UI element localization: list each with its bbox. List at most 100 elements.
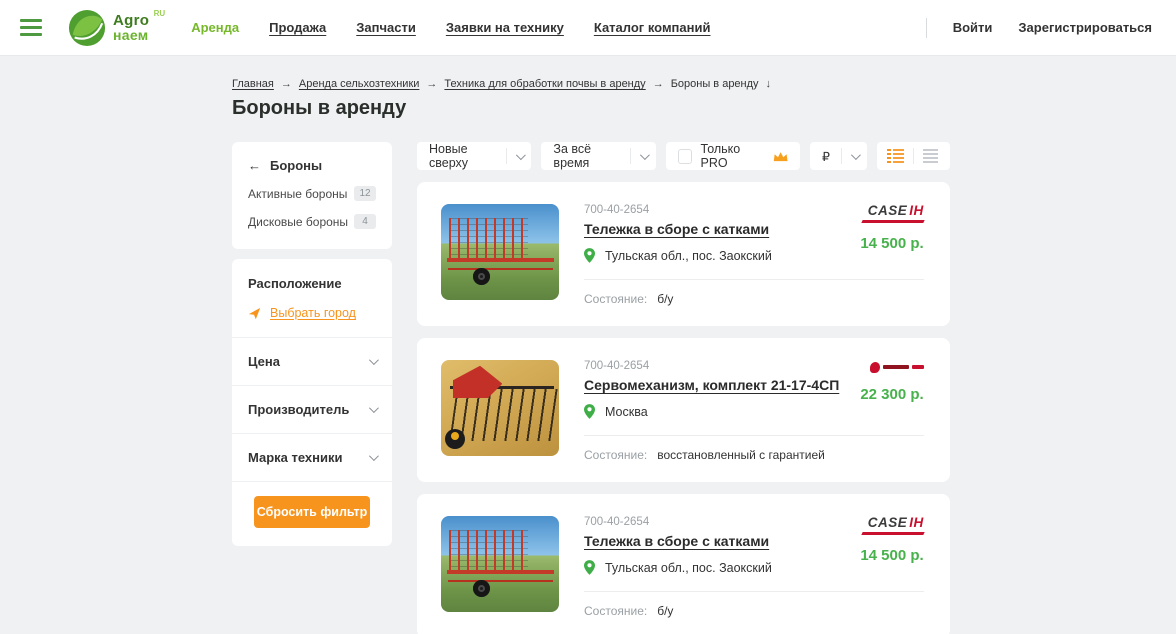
location-pin-icon xyxy=(584,248,595,263)
currency-value: ₽ xyxy=(822,149,830,164)
chevron-down-icon xyxy=(516,150,526,160)
divider xyxy=(630,148,631,164)
brand-case-text: CASE xyxy=(868,203,908,218)
chevron-down-icon xyxy=(369,451,379,461)
filter-manufacturer[interactable]: Производитель xyxy=(232,386,392,433)
listing-title-link[interactable]: Сервомеханизм, комплект 21-17-4СП xyxy=(584,377,839,393)
divider xyxy=(913,148,914,164)
navigation-arrow-icon xyxy=(248,307,261,320)
nav-item-zapchasti[interactable]: Запчасти xyxy=(356,20,416,35)
location-pin-icon xyxy=(584,560,595,575)
filter-price[interactable]: Цена xyxy=(232,338,392,385)
filter-label: Производитель xyxy=(248,402,349,417)
divider xyxy=(841,148,842,164)
chevron-down-icon xyxy=(640,150,650,160)
listing-card[interactable]: 700-40-2654 Тележка в сборе с катками Ту… xyxy=(417,494,950,634)
header-divider xyxy=(926,18,927,38)
count-badge: 12 xyxy=(354,186,376,201)
listing-title-link[interactable]: Тележка в сборе с катками xyxy=(584,221,769,237)
brand-logo-caseih: CASEIH xyxy=(862,204,924,223)
photo-wheel xyxy=(473,580,490,597)
category-item-diskovye-borony[interactable]: Дисковые бороны 4 xyxy=(248,214,376,229)
filter-label: Цена xyxy=(248,354,280,369)
breadcrumb-tehnika-pochvy[interactable]: Техника для обработки почвы в аренду xyxy=(444,78,645,90)
breadcrumb-current[interactable]: Бороны в аренду xyxy=(671,78,759,90)
photo-harrow-beam xyxy=(447,570,554,574)
chevron-down-icon xyxy=(369,355,379,365)
list-lines-icon[interactable] xyxy=(923,149,940,163)
filters-card: Расположение Выбрать город Цена Производ xyxy=(232,259,392,546)
list-bullets-icon[interactable] xyxy=(887,149,904,163)
pro-only-checkbox[interactable]: Только PRO xyxy=(666,142,800,170)
category-title: Бороны xyxy=(270,158,322,173)
choose-city-link[interactable]: Выбрать город xyxy=(248,306,376,320)
listing-code: 700-40-2654 xyxy=(584,204,772,216)
listing-title-link[interactable]: Тележка в сборе с катками xyxy=(584,533,769,549)
listing-photo-red-harrow-grass[interactable] xyxy=(441,516,559,612)
divider xyxy=(584,435,924,436)
brand-text-mark xyxy=(912,365,924,369)
register-link[interactable]: Зарегистрироваться xyxy=(1018,20,1152,35)
nav-item-prodazha[interactable]: Продажа xyxy=(269,20,326,35)
breadcrumb-arenda-selhoztehniki[interactable]: Аренда сельхозтехники xyxy=(299,78,420,90)
nav-item-arenda[interactable]: Аренда xyxy=(191,20,239,35)
sort-value: Новые сверху xyxy=(429,142,506,170)
listing-photo-harrow-straw[interactable] xyxy=(441,360,559,456)
listing-price: 22 300 р. xyxy=(860,386,923,403)
listing-price: 14 500 р. xyxy=(860,235,923,252)
category-card: ← Бороны Активные бороны 12 Дисковые бор… xyxy=(232,142,392,249)
category-item-label: Дисковые бороны xyxy=(248,215,348,229)
listing-card[interactable]: 700-40-2654 Тележка в сборе с катками Ту… xyxy=(417,182,950,326)
nav-item-zayavki[interactable]: Заявки на технику xyxy=(446,20,564,35)
count-badge: 4 xyxy=(354,214,376,229)
period-value: За всё время xyxy=(553,142,629,170)
breadcrumb-separator: → xyxy=(426,78,437,90)
listing-card[interactable]: 700-40-2654 Сервомеханизм, комплект 21-1… xyxy=(417,338,950,482)
top-header: Agro наем RU Аренда Продажа Запчасти Зая… xyxy=(0,0,1176,56)
photo-wheel xyxy=(473,268,490,285)
logo-country-code: RU xyxy=(154,10,166,18)
logo-word-bottom: наем xyxy=(113,28,149,42)
currency-select[interactable]: ₽ xyxy=(810,142,867,170)
filter-brand[interactable]: Марка техники xyxy=(232,434,392,481)
breadcrumb-separator: → xyxy=(653,78,664,90)
category-item-active-borony[interactable]: Активные бороны 12 xyxy=(248,186,376,201)
breadcrumb-expand-arrow-icon[interactable]: ↓ xyxy=(766,78,772,90)
category-item-label: Активные бороны xyxy=(248,187,347,201)
filter-label: Марка техники xyxy=(248,450,343,465)
listing-code: 700-40-2654 xyxy=(584,360,839,372)
main-nav: Аренда Продажа Запчасти Заявки на техник… xyxy=(191,20,710,35)
photo-harrow-beam xyxy=(447,258,554,262)
nav-item-katalog[interactable]: Каталог компаний xyxy=(594,20,711,35)
brand-underline xyxy=(861,220,924,223)
chevron-down-icon xyxy=(369,403,379,413)
category-back[interactable]: ← Бороны xyxy=(248,158,376,173)
period-select[interactable]: За всё время xyxy=(541,142,655,170)
divider xyxy=(506,148,507,164)
listing-photo-red-harrow-grass[interactable] xyxy=(441,204,559,300)
photo-wheel-hub xyxy=(451,432,459,440)
listing-column: Новые сверху За всё время Только PRO xyxy=(417,142,950,634)
breadcrumb-home[interactable]: Главная xyxy=(232,78,274,90)
listing-code: 700-40-2654 xyxy=(584,516,772,528)
site-logo[interactable]: Agro наем RU xyxy=(68,9,165,47)
sort-select[interactable]: Новые сверху xyxy=(417,142,531,170)
brand-underline xyxy=(861,532,924,535)
brand-emblem xyxy=(870,362,880,373)
brand-case-text: CASE xyxy=(868,515,908,530)
reset-filter-button[interactable]: Сбросить фильтр xyxy=(254,496,370,528)
small-red-brand-logo-icon xyxy=(870,360,924,374)
page-title: Бороны в аренду xyxy=(232,97,943,120)
auth-area: Войти Зарегистрироваться xyxy=(926,18,1152,38)
brand-ih-text: IH xyxy=(909,203,924,218)
location-pin-icon xyxy=(584,404,595,419)
brand-text-mark xyxy=(883,365,909,369)
breadcrumb-separator: → xyxy=(281,78,292,90)
hamburger-menu-icon[interactable] xyxy=(20,19,42,36)
condition-value: б/у xyxy=(657,292,673,306)
condition-value: восстановленный с гарантией xyxy=(657,448,825,462)
filter-sidebar: ← Бороны Активные бороны 12 Дисковые бор… xyxy=(232,142,392,546)
breadcrumb: Главная → Аренда сельхозтехники → Техник… xyxy=(232,78,943,90)
checkbox-unchecked[interactable] xyxy=(678,149,692,164)
login-link[interactable]: Войти xyxy=(953,20,993,35)
